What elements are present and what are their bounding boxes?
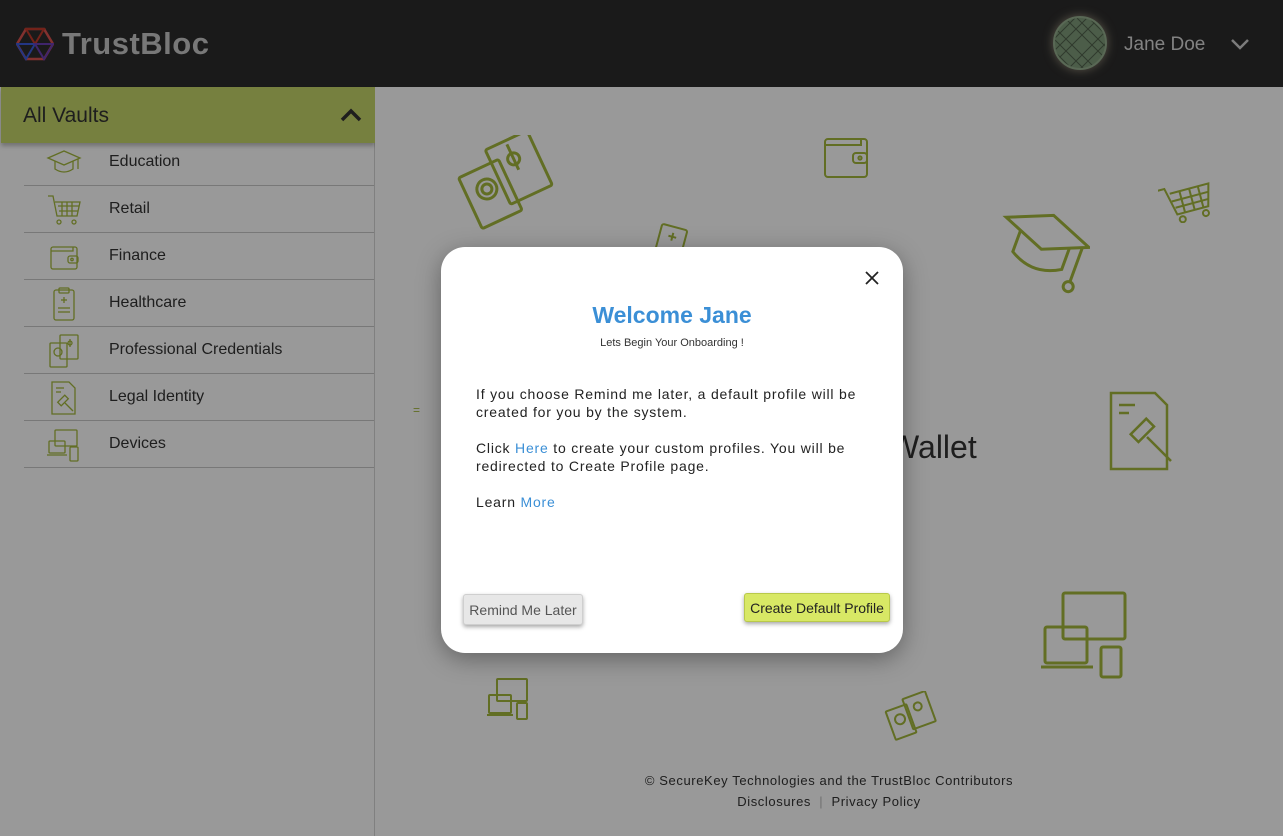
welcome-dialog: Welcome Jane Lets Begin Your Onboarding … bbox=[441, 247, 903, 653]
dialog-paragraph: If you choose Remind me later, a default… bbox=[476, 386, 857, 420]
remind-me-later-button[interactable]: Remind Me Later bbox=[463, 594, 583, 625]
dialog-text: Click bbox=[476, 440, 516, 456]
close-icon[interactable] bbox=[863, 269, 881, 287]
here-link[interactable]: Here bbox=[515, 440, 549, 456]
create-default-profile-button[interactable]: Create Default Profile bbox=[744, 593, 890, 622]
dialog-text: Learn bbox=[476, 494, 521, 510]
dialog-title: Welcome Jane bbox=[592, 302, 752, 328]
dialog-paragraph: Click Here to create your custom profile… bbox=[476, 439, 876, 475]
dialog-paragraph: Learn More bbox=[476, 493, 876, 511]
more-link[interactable]: More bbox=[521, 494, 556, 510]
dialog-body: If you choose Remind me later, a default… bbox=[476, 385, 876, 529]
dialog-subtitle: Lets Begin Your Onboarding ! bbox=[600, 337, 744, 349]
